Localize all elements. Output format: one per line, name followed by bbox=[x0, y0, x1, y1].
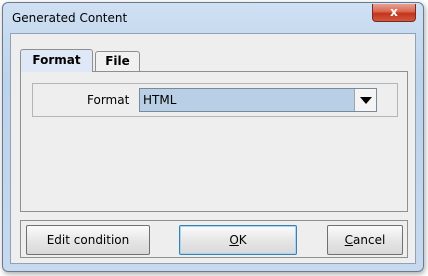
chevron-down-icon bbox=[360, 97, 372, 104]
dropdown-arrow-button[interactable] bbox=[354, 89, 376, 111]
cancel-mnemonic: C bbox=[344, 233, 354, 247]
ok-button[interactable]: OK bbox=[179, 225, 297, 255]
format-row: Format HTML bbox=[32, 83, 398, 117]
format-selected-value: HTML bbox=[143, 93, 177, 107]
title-bar[interactable]: Generated Content x bbox=[3, 3, 423, 33]
ok-label-rest: K bbox=[238, 233, 247, 247]
dialog-window: Generated Content x Format File Format H… bbox=[2, 2, 424, 272]
format-tab-panel: Format HTML bbox=[20, 71, 408, 212]
ok-mnemonic: O bbox=[229, 233, 239, 247]
window-title: Generated Content bbox=[12, 11, 128, 25]
close-icon: x bbox=[390, 5, 398, 19]
format-dropdown[interactable]: HTML bbox=[139, 88, 377, 112]
edit-condition-button[interactable]: Edit condition bbox=[26, 225, 150, 255]
cancel-label-rest: ancel bbox=[353, 233, 386, 247]
button-bar: Edit condition OK Cancel bbox=[20, 220, 408, 258]
tab-format[interactable]: Format bbox=[20, 49, 93, 72]
tab-file[interactable]: File bbox=[95, 51, 140, 71]
cancel-button[interactable]: Cancel bbox=[327, 225, 403, 255]
format-label: Format bbox=[87, 93, 130, 107]
dialog-content: Format File Format HTML Edit condition O… bbox=[10, 33, 416, 264]
close-button[interactable]: x bbox=[372, 4, 416, 22]
